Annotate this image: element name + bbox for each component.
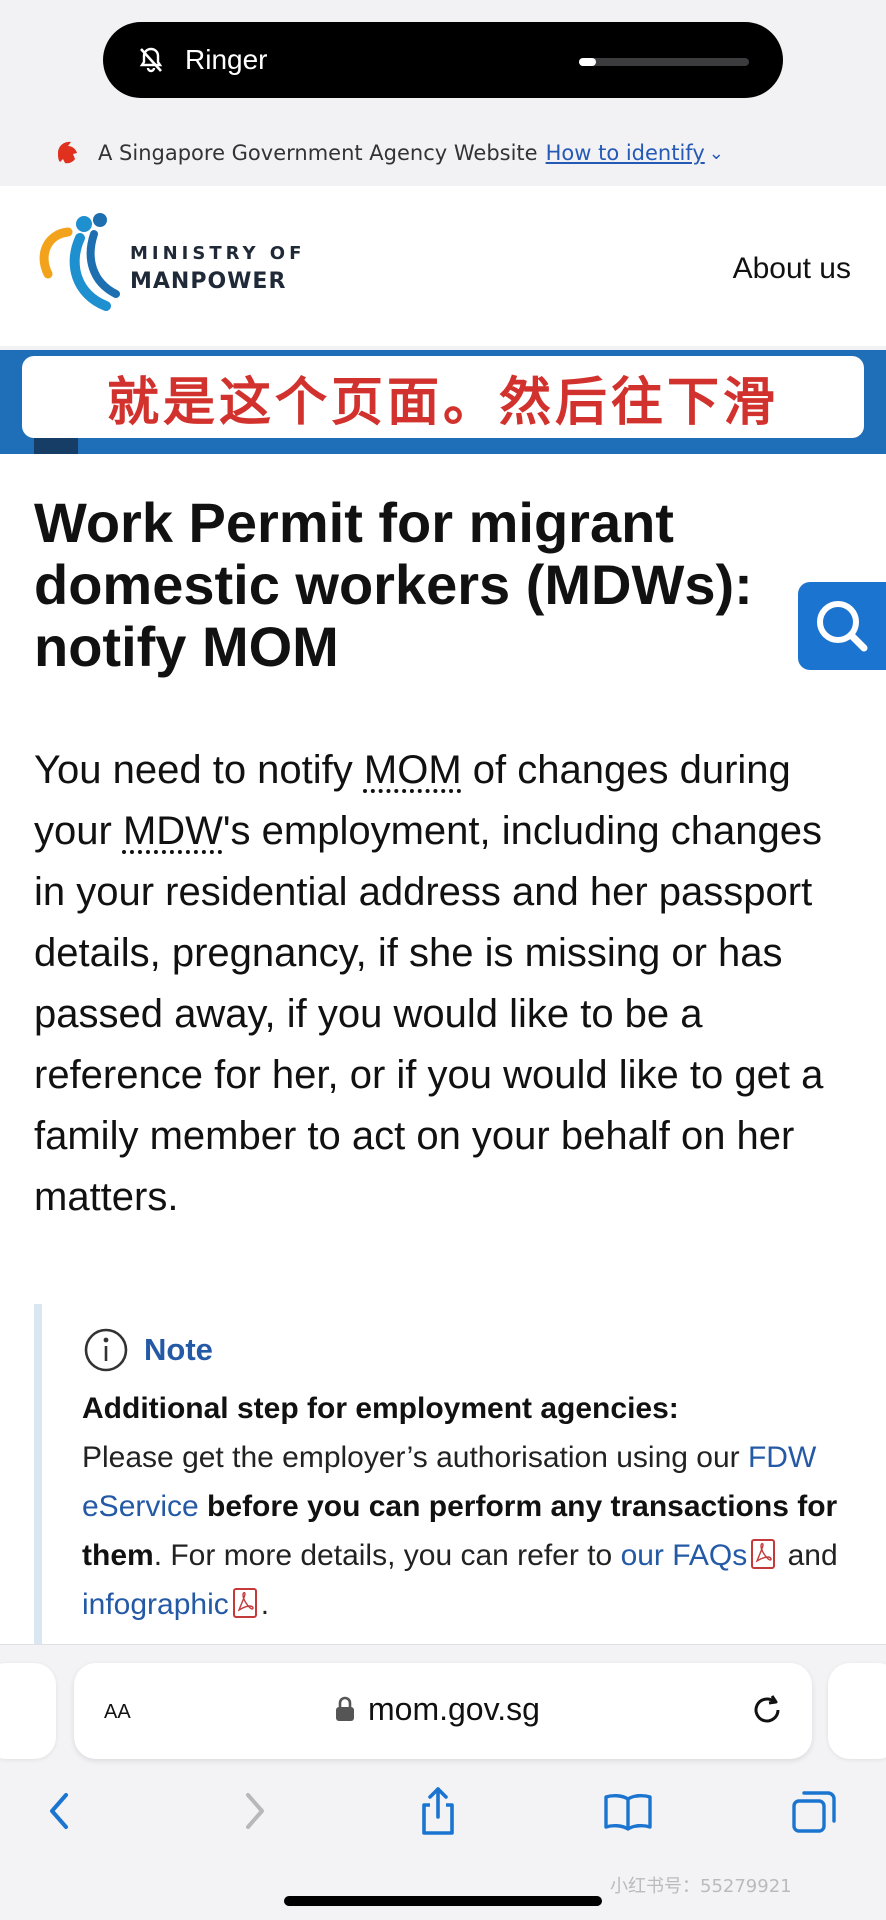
- pdf-icon: [751, 1539, 776, 1569]
- lion-head-icon: [58, 141, 77, 164]
- mom-logo-icon[interactable]: [28, 204, 138, 324]
- logo-line1: MINISTRY OF: [130, 243, 306, 264]
- address-bar[interactable]: AA mom.gov.sg: [74, 1663, 812, 1759]
- note-title: Note: [144, 1332, 213, 1367]
- share-icon[interactable]: [410, 1783, 466, 1839]
- overlay-caption: 就是这个页面。然后往下滑: [22, 356, 864, 438]
- logo-line2: MANPOWER: [130, 269, 287, 294]
- tabs-icon[interactable]: [786, 1783, 842, 1839]
- note-text-2: . For more details, you can refer to: [153, 1539, 621, 1572]
- about-us-link[interactable]: About us: [733, 252, 851, 286]
- main-content: Work Permit for migrant domestic workers…: [0, 454, 886, 1644]
- gov-banner: A Singapore Government Agency Website Ho…: [0, 128, 886, 178]
- lead-text-3: 's employment, including changes in your…: [34, 809, 824, 1219]
- page-title: Work Permit for migrant domestic workers…: [34, 491, 753, 678]
- aa-label: AA: [104, 1701, 131, 1723]
- bell-slash-icon: [139, 47, 163, 73]
- bookmarks-icon[interactable]: [600, 1783, 656, 1839]
- ringer-label: Ringer: [185, 44, 268, 75]
- logo-text: MINISTRY OF MANPOWER: [130, 240, 305, 296]
- our-faqs-link[interactable]: our FAQs: [621, 1539, 748, 1572]
- ringer-notification: Ringer: [103, 22, 783, 98]
- blue-nav-strip: 就是这个页面。然后往下滑: [0, 350, 886, 454]
- search-icon: [817, 601, 868, 652]
- lock-icon: [336, 1696, 354, 1721]
- infographic-link[interactable]: infographic: [82, 1588, 229, 1621]
- how-to-identify-link[interactable]: How to identify: [546, 141, 705, 165]
- gov-banner-text: A Singapore Government Agency Website: [98, 141, 538, 165]
- note-text-3: and: [779, 1539, 838, 1572]
- next-tab-preview[interactable]: [828, 1663, 886, 1759]
- mom-abbreviation[interactable]: MOM: [364, 748, 462, 792]
- note-body: Additional step for employment agencies:…: [82, 1384, 862, 1629]
- note-callout: Note Additional step for employment agen…: [34, 1304, 854, 1644]
- watermark: 小红书号：55279921: [610, 1876, 792, 1897]
- reader-options-button[interactable]: AA: [104, 1693, 131, 1725]
- site-header: MINISTRY OF MANPOWER About us: [0, 186, 886, 346]
- url-text: mom.gov.sg: [368, 1691, 540, 1727]
- note-header: Note: [82, 1326, 854, 1374]
- back-icon[interactable]: [32, 1783, 88, 1839]
- overlay-caption-text: 就是这个页面。然后往下滑: [106, 371, 779, 433]
- pdf-icon: [232, 1588, 257, 1618]
- home-indicator[interactable]: [284, 1896, 602, 1906]
- forward-icon[interactable]: [226, 1783, 282, 1839]
- lead-text-1: You need to notify: [34, 748, 364, 792]
- mdw-abbreviation[interactable]: MDW: [123, 809, 223, 853]
- previous-tab-preview[interactable]: [0, 1663, 56, 1759]
- chevron-down-icon[interactable]: ⌄: [709, 143, 724, 164]
- lead-paragraph: You need to notify MOM of changes during…: [34, 740, 864, 1228]
- info-icon: [84, 1328, 128, 1372]
- search-button[interactable]: [798, 582, 886, 670]
- note-text-1: Please get the employer’s authorisation …: [82, 1441, 748, 1474]
- reload-icon[interactable]: [748, 1691, 786, 1729]
- note-heading: Additional step for employment agencies:: [82, 1392, 679, 1425]
- ringer-volume-slider: [579, 58, 749, 66]
- note-text-4: .: [260, 1588, 270, 1621]
